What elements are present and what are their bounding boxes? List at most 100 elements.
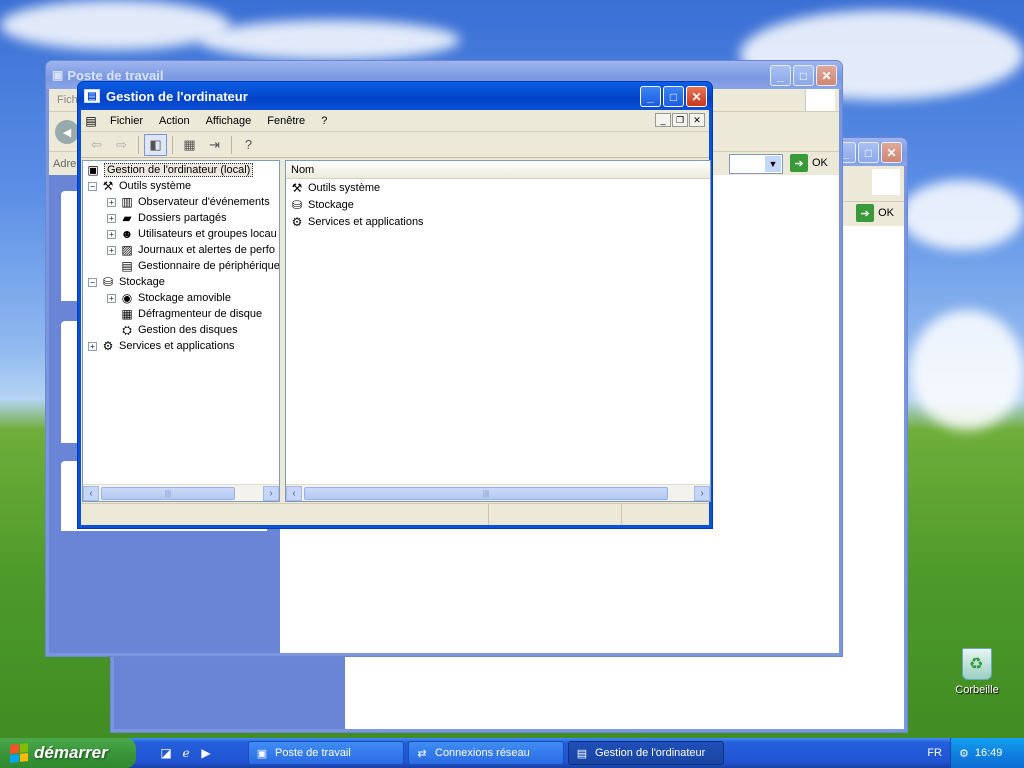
taskbar-button-label: Poste de travail	[275, 747, 351, 759]
network-tray-icon[interactable]: ⚙	[959, 747, 969, 760]
media-player-icon[interactable]: ▶	[198, 745, 214, 761]
tree-item[interactable]: ⛭ Gestion des disques	[107, 322, 238, 338]
back-arrow-icon[interactable]: ⇦	[85, 134, 108, 156]
tree-item-label: Journaux et alertes de perfo	[138, 244, 275, 256]
sky-cloud	[0, 0, 230, 50]
tree-item[interactable]: ▣ Gestion de l'ordinateur (local)	[85, 162, 254, 178]
help-icon[interactable]: ?	[237, 134, 260, 156]
sky-cloud	[200, 20, 460, 60]
scroll-right-icon[interactable]: ›	[694, 485, 710, 501]
tree-item[interactable]: + ☻ Utilisateurs et groupes locau	[107, 226, 277, 242]
list-item[interactable]: ⚒ Outils système	[286, 179, 710, 196]
list-pane: Nom ⚒ Outils système ⛁ Stockage ⚙ Services et…	[285, 160, 711, 502]
forward-arrow-icon[interactable]: ⇨	[110, 134, 133, 156]
mdi-restore-icon[interactable]: ❐	[672, 113, 688, 127]
tree-item[interactable]: + ⚙ Services et applications	[88, 338, 235, 354]
show-tree-icon[interactable]: ◧	[144, 133, 167, 156]
tree-item[interactable]: − ⛁ Stockage	[88, 274, 165, 290]
taskbar: démarrer ◪ ℯ ▶ ▣ Poste de travail ⇄ Connexi…	[0, 738, 1024, 768]
column-header-name[interactable]: Nom	[286, 161, 710, 179]
removable-storage-icon: ◉	[121, 291, 133, 305]
storage-icon: ⛁	[102, 275, 114, 289]
show-desktop-icon[interactable]: ◪	[158, 745, 174, 761]
window-titlebar[interactable]: ▤ Gestion de l'ordinateur	[78, 82, 712, 110]
tree-item[interactable]: ▤ Gestionnaire de périphérique	[107, 258, 279, 274]
minimize-icon[interactable]: _	[640, 86, 661, 107]
mdi-minimize-icon[interactable]: _	[655, 113, 671, 127]
menu-fenetre[interactable]: Fenêtre	[259, 115, 313, 127]
clock[interactable]: 16:49	[975, 747, 1003, 759]
tree-pane: ▣ Gestion de l'ordinateur (local) − ⚒ Outils…	[82, 160, 280, 502]
recycle-bin-desktop-icon[interactable]: Corbeille	[946, 648, 1008, 696]
toolbar: ⇦ ⇨ ◧ ▦ ⇥ ?	[81, 132, 709, 158]
maximize-icon[interactable]: □	[793, 65, 814, 86]
close-icon[interactable]: ✕	[686, 86, 707, 107]
properties-icon[interactable]: ▦	[178, 134, 201, 156]
internet-explorer-icon[interactable]: ℯ	[178, 745, 194, 761]
close-icon[interactable]: ✕	[816, 65, 837, 86]
menu-action[interactable]: Action	[151, 115, 198, 127]
maximize-icon[interactable]: □	[858, 142, 879, 163]
start-button[interactable]: démarrer	[0, 738, 136, 768]
language-indicator[interactable]: FR	[927, 738, 942, 768]
window-title: Gestion de l'ordinateur	[106, 88, 248, 104]
go-button[interactable]: ➔ OK	[790, 154, 828, 172]
mmc-doc-icon[interactable]: ▤	[83, 113, 99, 129]
menu-affichage[interactable]: Affichage	[198, 115, 260, 127]
taskbar-button[interactable]: ▤ Gestion de l'ordinateur	[568, 741, 724, 765]
tree-item-label: Gestion des disques	[138, 324, 238, 336]
list-item-label: Stockage	[308, 198, 354, 211]
expand-icon[interactable]: +	[107, 213, 116, 223]
mdi-close-icon[interactable]: ✕	[689, 113, 705, 127]
expand-icon[interactable]: +	[107, 293, 116, 303]
computer-management-icon: ▤	[84, 89, 100, 103]
event-viewer-icon: ▥	[121, 195, 133, 209]
go-button[interactable]: ➔ OK	[856, 204, 894, 222]
tree-item[interactable]: − ⚒ Outils système	[88, 178, 191, 194]
scroll-left-icon[interactable]: ‹	[286, 485, 302, 501]
tree-item[interactable]: + ▰ Dossiers partagés	[107, 210, 227, 226]
tree-item-label: Gestion de l'ordinateur (local)	[104, 163, 254, 177]
taskbar-button[interactable]: ⇄ Connexions réseau	[408, 741, 564, 765]
tree-item-label: Outils système	[119, 180, 192, 192]
collapse-icon[interactable]: −	[88, 181, 97, 191]
tree-item[interactable]: ▦ Défragmenteur de disque	[107, 306, 262, 322]
export-list-icon[interactable]: ⇥	[203, 134, 226, 156]
computer-management-window[interactable]: ▤ Gestion de l'ordinateur _ □ ✕ ▤ Fichie…	[77, 81, 713, 529]
taskbar-button[interactable]: ▣ Poste de travail	[248, 741, 404, 765]
scroll-right-icon[interactable]: ›	[263, 485, 279, 501]
maximize-icon[interactable]: □	[663, 86, 684, 107]
list-horizontal-scrollbar[interactable]: ‹ ||| ›	[286, 484, 710, 501]
close-icon[interactable]: ✕	[881, 142, 902, 163]
expand-icon[interactable]: +	[107, 229, 116, 239]
scroll-thumb[interactable]: |||	[304, 486, 668, 500]
tree-item[interactable]: + ◉ Stockage amovible	[107, 290, 231, 306]
address-dropdown[interactable]: ▼	[729, 154, 783, 174]
sky-cloud	[910, 310, 1024, 430]
collapse-icon[interactable]: −	[88, 277, 97, 287]
menu-bar: ▤ Fichier Action Affichage Fenêtre ? _ ❐…	[81, 110, 709, 132]
windows-logo-icon	[805, 89, 835, 111]
list-item[interactable]: ⛁ Stockage	[286, 196, 710, 213]
expand-icon[interactable]: +	[88, 341, 97, 351]
scroll-thumb[interactable]: |||	[101, 486, 235, 500]
expand-icon[interactable]: +	[107, 197, 116, 207]
tree-item-label: Défragmenteur de disque	[138, 308, 263, 320]
tree-item[interactable]: + ▨ Journaux et alertes de perfo	[107, 242, 275, 258]
back-arrow-icon[interactable]: ◀	[55, 120, 79, 144]
list-item[interactable]: ⚙ Services et applications	[286, 213, 710, 230]
computer-icon: ▣	[87, 163, 99, 177]
device-manager-icon: ▤	[121, 259, 133, 273]
tree-item-label: Services et applications	[119, 340, 235, 352]
tree-item-label: Observateur d'événements	[138, 196, 270, 208]
expand-icon[interactable]: +	[107, 245, 116, 255]
menu-help[interactable]: ?	[313, 115, 335, 127]
shared-folder-icon: ▰	[122, 211, 132, 225]
scroll-left-icon[interactable]: ‹	[83, 485, 99, 501]
menu-fichier[interactable]: Fichier	[102, 115, 151, 127]
tree-item[interactable]: + ▥ Observateur d'événements	[107, 194, 270, 210]
minimize-icon[interactable]: _	[770, 65, 791, 86]
tree-horizontal-scrollbar[interactable]: ‹ ||| ›	[83, 484, 279, 501]
tree-item-label: Utilisateurs et groupes locau	[138, 228, 277, 240]
